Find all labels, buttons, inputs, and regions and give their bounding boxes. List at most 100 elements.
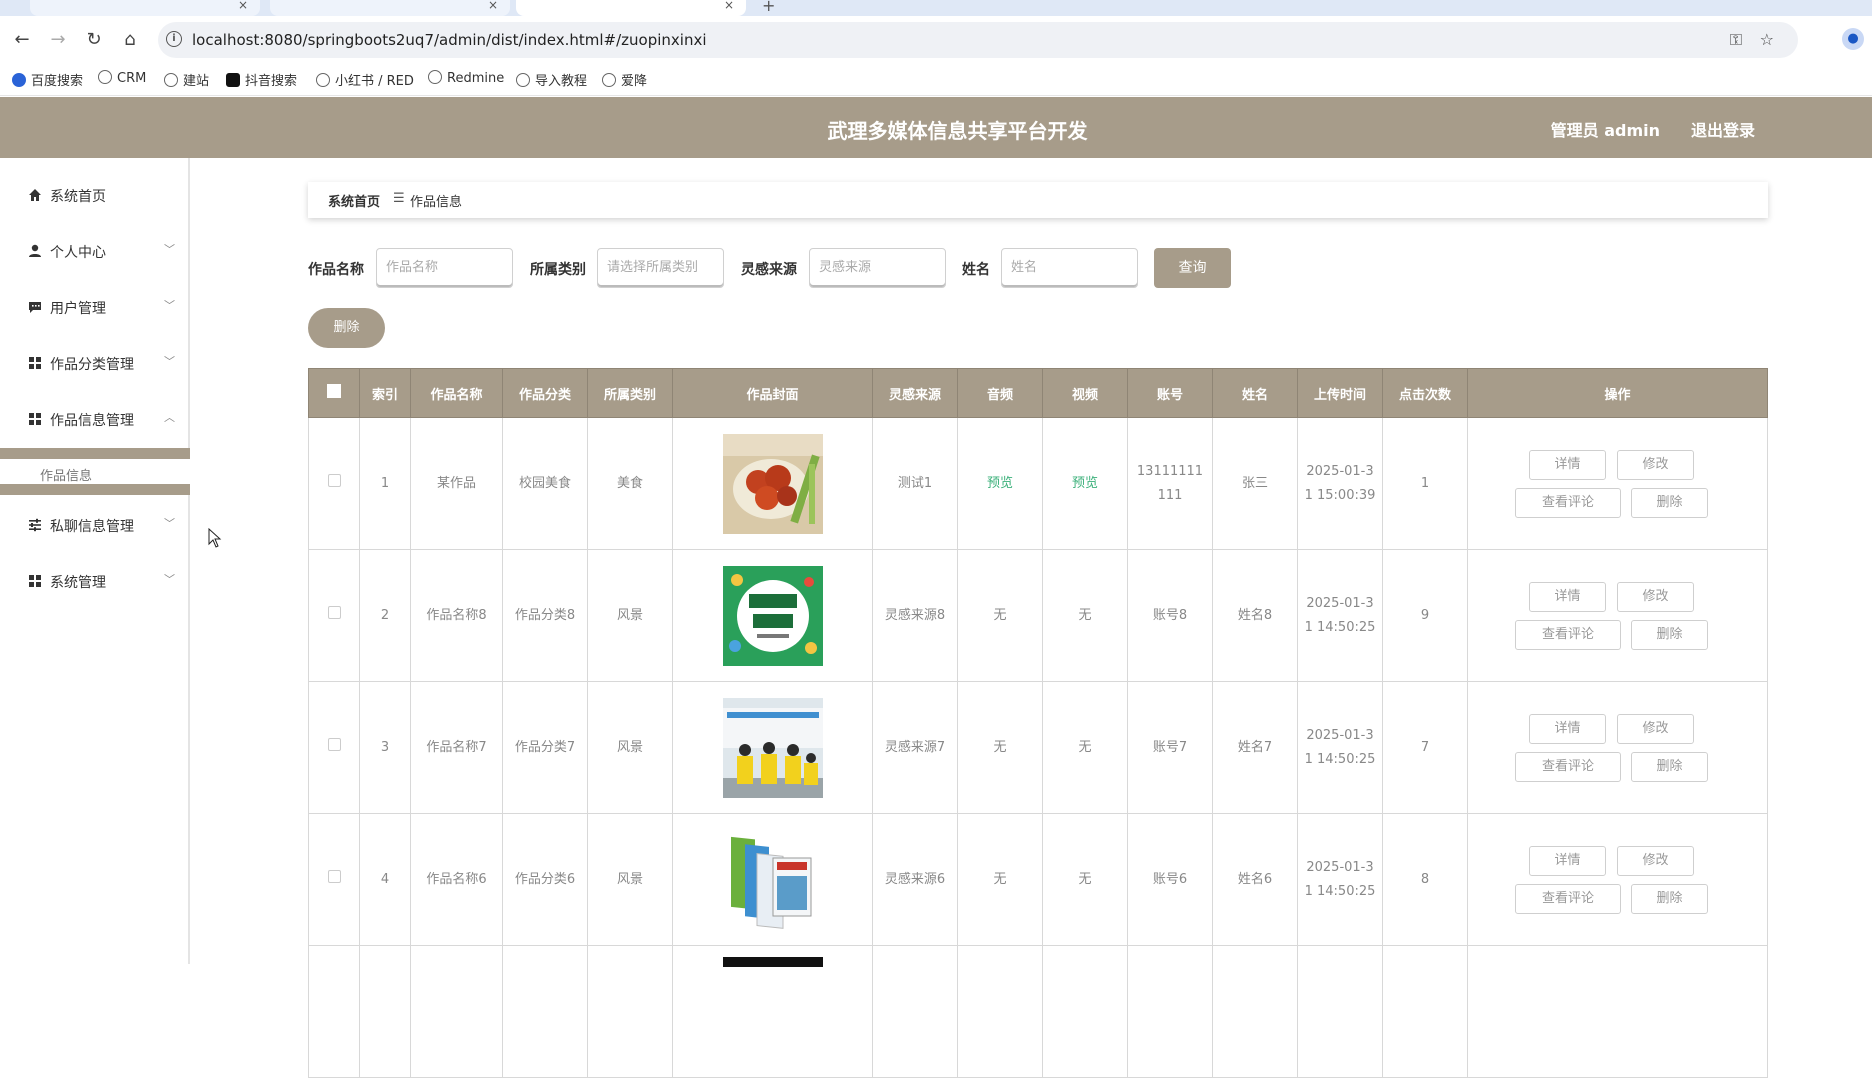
bookmark-item[interactable]: Redmine <box>428 70 504 86</box>
search-person-input[interactable]: 姓名 <box>1001 248 1138 288</box>
audio-cell: 无 <box>957 681 1043 814</box>
bookmark-item[interactable]: 小红书 / RED <box>316 70 414 89</box>
close-tab-icon[interactable]: × <box>238 0 248 11</box>
sidebar-item-private-message[interactable]: 私聊信息管理 ﹀ <box>0 506 190 546</box>
chevron-down-icon: ﹀ <box>164 299 175 312</box>
sidebar-item-profile[interactable]: 个人中心 ﹀ <box>0 232 190 272</box>
bookmark-item[interactable]: 建站 <box>164 70 209 89</box>
work-name-cell: 作品名称7 <box>410 681 503 814</box>
view-comments-button[interactable]: 查看评论 <box>1515 619 1621 650</box>
edit-button[interactable]: 修改 <box>1617 845 1694 876</box>
sidebar-item-label: 系统管理 <box>50 575 106 591</box>
clicks-cell <box>1382 945 1468 1078</box>
edit-button[interactable]: 修改 <box>1617 581 1694 612</box>
detail-button[interactable]: 详情 <box>1529 449 1606 480</box>
view-comments-button[interactable]: 查看评论 <box>1515 751 1621 782</box>
delete-row-button[interactable]: 删除 <box>1631 883 1708 914</box>
browser-tab[interactable]: × <box>270 0 510 16</box>
back-icon[interactable]: ← <box>10 28 34 52</box>
bookmark-item[interactable]: 抖音搜索 <box>226 70 297 89</box>
address-bar[interactable]: i localhost:8080/springboots2uq7/admin/d… <box>158 22 1798 58</box>
column-header: 操作 <box>1467 368 1768 418</box>
search-source-input[interactable]: 灵感来源 <box>809 248 946 288</box>
close-tab-icon[interactable]: × <box>488 0 498 11</box>
user-icon <box>28 244 42 258</box>
bookmark-item[interactable]: 导入教程 <box>516 70 587 89</box>
close-tab-icon[interactable]: × <box>724 0 734 11</box>
bookmark-item[interactable]: 爱降 <box>602 70 647 89</box>
password-key-icon[interactable]: ⚿ <box>1730 30 1742 50</box>
audio-preview-link[interactable]: 预览 <box>987 476 1013 491</box>
browser-tab-active[interactable]: × <box>516 0 746 16</box>
work-class-cell: 作品分类8 <box>502 549 588 682</box>
cover-image-students[interactable] <box>722 697 823 798</box>
row-checkbox[interactable] <box>327 737 341 751</box>
profile-icon[interactable]: ● <box>1842 28 1864 50</box>
table-row <box>308 945 1768 1078</box>
bookmark-item[interactable]: 百度搜索 <box>12 70 83 89</box>
row-checkbox[interactable] <box>327 473 341 487</box>
cover-cell <box>672 549 873 682</box>
forward-icon[interactable]: → <box>46 28 70 52</box>
batch-delete-button[interactable]: 删除 <box>308 308 385 348</box>
detail-button[interactable]: 详情 <box>1529 845 1606 876</box>
column-header: 作品名称 <box>410 368 503 418</box>
home-browser-icon[interactable]: ⌂ <box>118 28 142 52</box>
account-cell: 账号6 <box>1127 813 1213 946</box>
browser-tab[interactable]: × <box>30 0 260 16</box>
row-checkbox[interactable] <box>327 605 341 619</box>
site-info-icon[interactable]: i <box>166 31 182 47</box>
source-cell: 灵感来源7 <box>872 681 958 814</box>
bookmark-star-icon[interactable]: ☆ <box>1760 30 1774 49</box>
reload-icon[interactable]: ↻ <box>82 28 106 52</box>
sidebar-item-label: 个人中心 <box>50 245 106 261</box>
sidebar-item-system[interactable]: 系统管理 ﹀ <box>0 562 190 602</box>
sidebar-subitem-work-info[interactable]: 作品信息 <box>0 448 190 495</box>
work-name-cell: 作品名称6 <box>410 813 503 946</box>
bookmark-item[interactable]: CRM <box>98 70 146 86</box>
account-cell: 账号8 <box>1127 549 1213 682</box>
cover-image-partial[interactable] <box>722 957 823 967</box>
sidebar-item-label: 用户管理 <box>50 301 106 317</box>
cover-cell <box>672 945 873 1078</box>
source-cell: 灵感来源8 <box>872 549 958 682</box>
search-category-select[interactable]: 请选择所属类别 <box>597 248 724 288</box>
sidebar-item-work-category[interactable]: 作品分类管理 ﹀ <box>0 344 190 384</box>
logout-button[interactable]: 退出登录 <box>1691 117 1755 141</box>
grid-icon <box>28 356 42 370</box>
work-class-cell <box>502 945 588 1078</box>
edit-button[interactable]: 修改 <box>1617 449 1694 480</box>
delete-row-button[interactable]: 删除 <box>1631 751 1708 782</box>
video-preview-link[interactable]: 预览 <box>1072 476 1098 491</box>
cover-image-poster[interactable] <box>722 565 823 666</box>
view-comments-button[interactable]: 查看评论 <box>1515 487 1621 518</box>
row-select-cell <box>308 549 360 682</box>
detail-button[interactable]: 详情 <box>1529 581 1606 612</box>
column-header: 音频 <box>957 368 1043 418</box>
detail-button[interactable]: 详情 <box>1529 713 1606 744</box>
person-cell <box>1212 945 1298 1078</box>
delete-row-button[interactable]: 删除 <box>1631 619 1708 650</box>
column-header: 点击次数 <box>1382 368 1468 418</box>
cover-cell <box>672 813 873 946</box>
search-name-input[interactable]: 作品名称 <box>376 248 513 288</box>
row-checkbox[interactable] <box>327 869 341 883</box>
work-name-cell <box>410 945 503 1078</box>
sidebar-item-users[interactable]: 用户管理 ﹀ <box>0 288 190 328</box>
new-tab-icon[interactable]: + <box>762 0 775 15</box>
cover-image-food[interactable] <box>722 433 823 534</box>
category-cell: 美食 <box>587 417 673 550</box>
query-button[interactable]: 查询 <box>1154 248 1231 288</box>
edit-button[interactable]: 修改 <box>1617 713 1694 744</box>
search-name-label: 作品名称 <box>308 262 364 278</box>
sidebar-item-home[interactable]: 系统首页 <box>0 176 190 216</box>
breadcrumb-home[interactable]: 系统首页 <box>328 191 380 210</box>
view-comments-button[interactable]: 查看评论 <box>1515 883 1621 914</box>
browser-tab-strip: × × × + <box>0 0 1872 16</box>
row-select-cell <box>308 681 360 814</box>
sidebar-item-work-info[interactable]: 作品信息管理 ︿ <box>0 400 190 440</box>
cover-image-books[interactable] <box>722 829 823 930</box>
column-header: 视频 <box>1042 368 1128 418</box>
delete-row-button[interactable]: 删除 <box>1631 487 1708 518</box>
select-all-checkbox[interactable] <box>327 384 341 398</box>
